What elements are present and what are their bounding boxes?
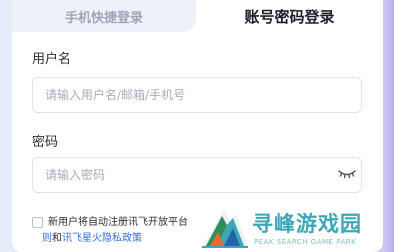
privacy-policy-link[interactable]: 讯飞星火隐私政策 bbox=[62, 233, 142, 244]
agreement-checkbox[interactable] bbox=[32, 217, 43, 228]
username-input[interactable] bbox=[32, 77, 362, 113]
agreement-line2: 则和讯飞星火隐私政策 bbox=[42, 231, 142, 247]
mountain-logo-icon bbox=[202, 210, 248, 248]
watermark-title: 寻峰游戏园 bbox=[252, 212, 362, 236]
rules-link[interactable]: 则 bbox=[42, 233, 52, 244]
password-input[interactable] bbox=[32, 157, 362, 193]
tab-account-login[interactable]: 账号密码登录 bbox=[196, 0, 383, 32]
username-label: 用户名 bbox=[32, 52, 72, 67]
eye-closed-icon[interactable] bbox=[338, 168, 356, 180]
agreement-text: 新用户将自动注册讯飞开放平台 bbox=[48, 217, 188, 228]
password-label: 密码 bbox=[32, 135, 59, 150]
tab-phone-login[interactable]: 手机快捷登录 bbox=[12, 0, 196, 32]
watermark-subtitle: PEAK SEARCH GAME PARK bbox=[254, 238, 357, 246]
site-watermark: 寻峰游戏园 PEAK SEARCH GAME PARK bbox=[200, 204, 394, 252]
agreement-conjunction: 和 bbox=[52, 233, 62, 244]
